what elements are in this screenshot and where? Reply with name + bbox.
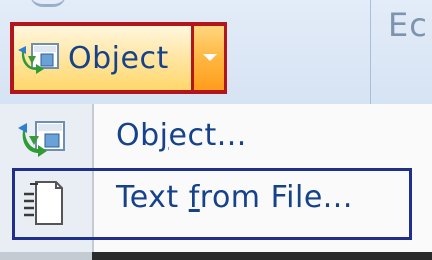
object-dropdown-arrow[interactable] bbox=[194, 26, 224, 90]
menu-item-text-from-file[interactable]: Text from File... bbox=[0, 170, 432, 234]
ribbon-edge-mark bbox=[30, 0, 66, 7]
next-group-label: Ec bbox=[388, 6, 428, 44]
object-dropdown-menu: Object... Text from File... bbox=[0, 104, 432, 260]
object-icon bbox=[18, 121, 65, 157]
object-split-button[interactable]: Object bbox=[10, 22, 227, 94]
text-file-icon bbox=[24, 181, 63, 225]
group-separator bbox=[370, 0, 371, 105]
menu-item-object[interactable]: Object... bbox=[0, 108, 432, 172]
menu-item-text-from-file-label: Text from File... bbox=[116, 180, 353, 215]
menu-bottom-gutter-shade bbox=[0, 252, 92, 260]
menu-item-object-label: Object... bbox=[116, 118, 247, 153]
menu-bottom-edge bbox=[0, 252, 432, 260]
object-button[interactable]: Object bbox=[14, 26, 191, 90]
chevron-down-icon bbox=[203, 54, 217, 61]
object-button-label: Object bbox=[68, 40, 169, 76]
object-icon bbox=[18, 43, 59, 74]
